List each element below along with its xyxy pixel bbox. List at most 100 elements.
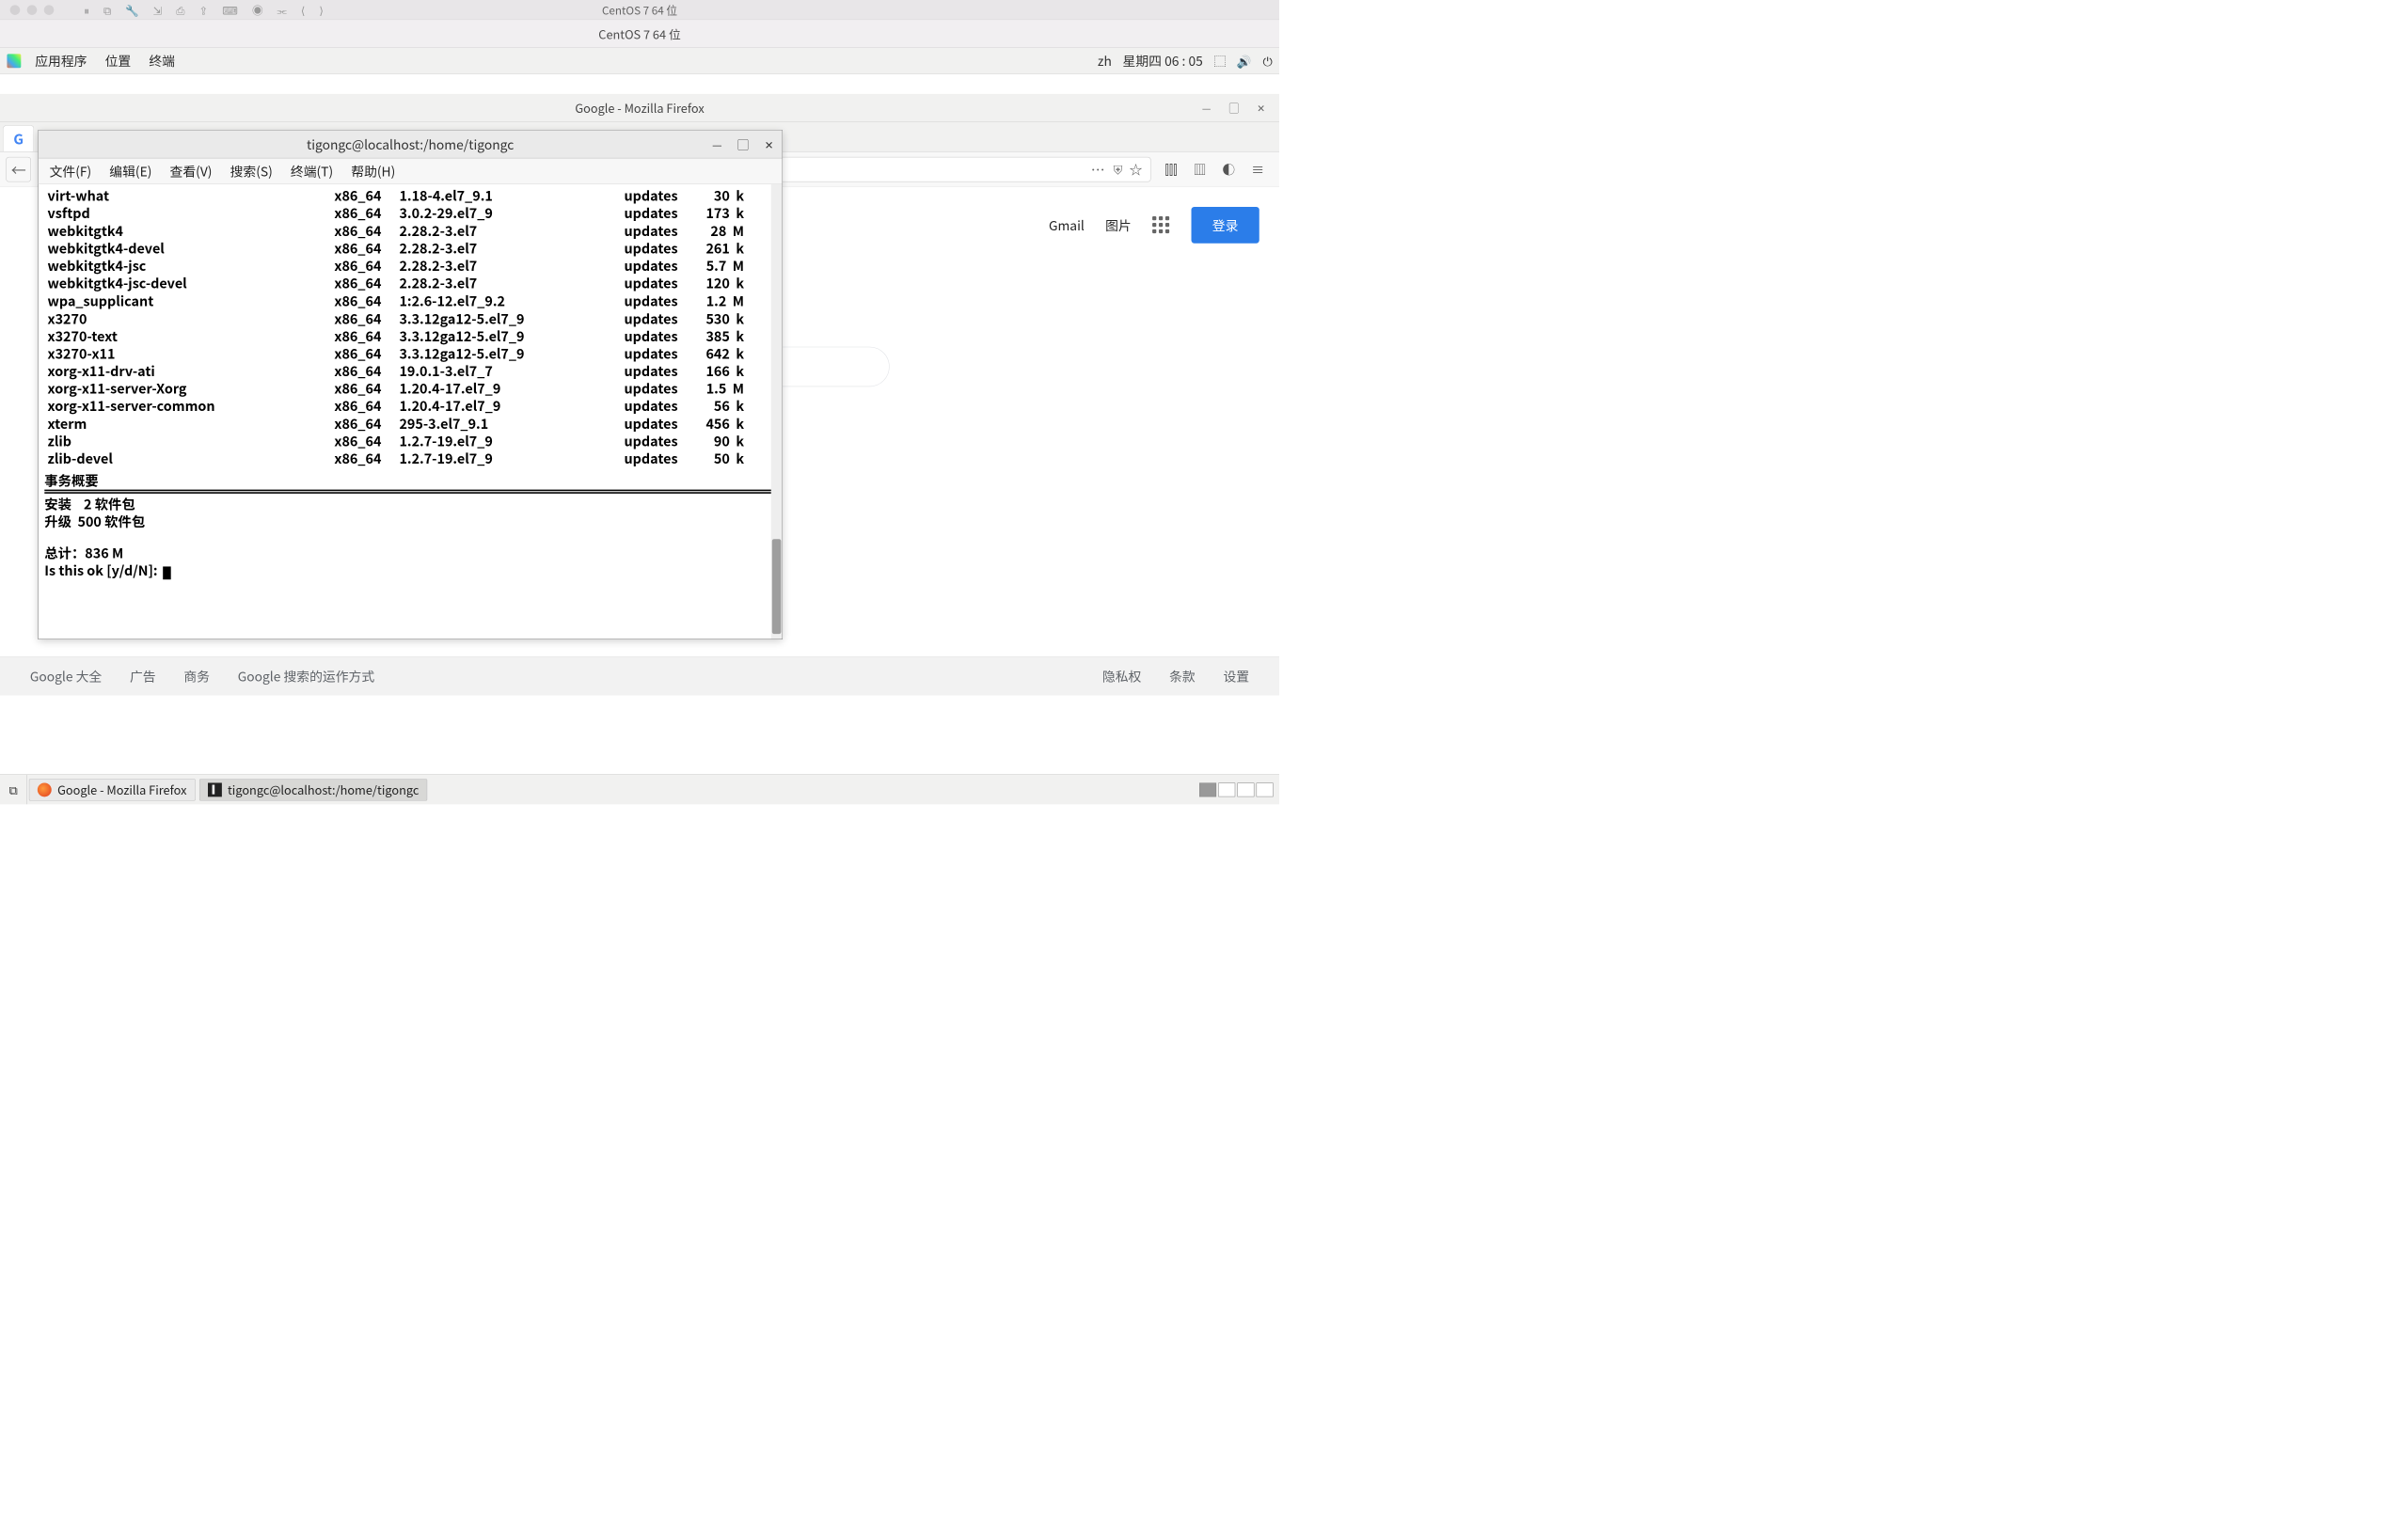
close-button[interactable]: ✕ [1257,94,1265,122]
footer-terms[interactable]: 条款 [1169,667,1196,686]
menu-terminal[interactable]: 终端(T) [281,162,341,181]
zoom-dot[interactable] [44,5,55,15]
taskbar-firefox-label: Google - Mozilla Firefox [57,781,186,798]
package-row: webkitgtk4x86_642.28.2-3.el7updates 28 M [44,221,776,239]
pause-icon[interactable]: ⏸ [84,2,89,18]
menu-view[interactable]: 查看(V) [161,162,221,181]
images-link[interactable]: 图片 [1105,216,1132,235]
package-row: wpa_supplicantx86_641:2.6-12.el7_9.2upda… [44,292,776,309]
menu-terminal[interactable]: 终端 [140,52,184,71]
wrench-icon[interactable]: 🔧 [125,2,139,18]
terminal-icon: ▌ [208,782,222,796]
footer-privacy[interactable]: 隐私权 [1102,667,1141,686]
footer-ads[interactable]: 广告 [130,667,156,686]
close-dot[interactable] [10,5,21,15]
disk-icon[interactable]: ⎙ [176,2,184,18]
activities-icon[interactable] [7,54,21,68]
maximize-button[interactable]: ▢ [1228,94,1239,122]
sidebar-icon[interactable]: ▥ [1194,160,1207,179]
term-close-button[interactable]: ✕ [756,131,783,159]
package-row: zlib-develx86_641.2.7-19.el7_9updates 50… [44,449,776,467]
minimize-dot[interactable] [27,5,38,15]
firefox-title-text: Google - Mozilla Firefox [575,99,704,117]
account-icon[interactable]: ◐ [1222,160,1235,179]
fwd-icon[interactable]: ⟩ [319,2,324,18]
terminal-output[interactable]: virt-whatx86_641.18-4.el7_9.1updates 30 … [39,184,783,637]
volume-icon[interactable]: 🔊 [1237,52,1252,70]
camera-icon[interactable]: ◉ [252,2,263,18]
page-actions-icon[interactable]: ⋯ [1091,159,1106,179]
google-apps-icon[interactable] [1152,216,1170,234]
terminal-menubar[interactable]: 文件(F) 编辑(E) 查看(V) 搜索(S) 终端(T) 帮助(H) [39,158,783,184]
menu-applications[interactable]: 应用程序 [26,52,96,71]
menu-file[interactable]: 文件(F) [40,162,101,181]
package-row: virt-whatx86_641.18-4.el7_9.1updates 30 … [44,186,776,204]
taskbar-firefox[interactable]: Google - Mozilla Firefox [29,779,196,800]
tab-google[interactable]: G [3,125,34,151]
bookmark-star-icon[interactable]: ☆ [1130,160,1143,179]
back-icon[interactable]: ⟨ [301,2,306,18]
vm-infobar: CentOS 7 64 位 [0,20,1279,48]
input-lang[interactable]: zh [1098,52,1112,71]
package-row: x3270x86_643.3.12ga12-5.el7_9updates530 … [44,309,776,327]
prompt-line[interactable]: Is this ok [y/d/N]: [44,561,776,580]
package-row: x3270-x11x86_643.3.12ga12-5.el7_9updates… [44,344,776,362]
package-row: webkitgtk4-jsc-develx86_642.28.2-3.el7up… [44,274,776,292]
install-line: 安装 2 软件包 [44,495,776,513]
gnome-panel: 应用程序 位置 终端 zh 星期四 06 : 05 ⬚ 🔊 ⏻ [0,48,1279,74]
package-row: zlibx86_641.2.7-19.el7_9updates 90 k [44,432,776,449]
network-icon[interactable]: ⬚ [1213,52,1226,70]
menu-help[interactable]: 帮助(H) [342,162,404,181]
show-desktop-button[interactable]: ⧉ [0,775,27,804]
vm-title: CentOS 7 64 位 [602,2,677,18]
terminal-title-text: tigongc@localhost:/home/tigongc [307,134,514,153]
upgrade-line: 升级 500 软件包 [44,512,776,529]
package-row: xorg-x11-server-commonx86_641.20.4-17.el… [44,397,776,415]
package-row: xtermx86_64295-3.el7_9.1updates456 k [44,415,776,433]
term-maximize-button[interactable]: ▢ [730,131,756,159]
gmail-link[interactable]: Gmail [1049,216,1085,235]
package-row: x3270-textx86_643.3.12ga12-5.el7_9update… [44,326,776,344]
snapshot-icon[interactable]: ⧉ [103,2,111,18]
menu-search[interactable]: 搜索(S) [221,162,281,181]
google-favicon: G [13,129,24,149]
term-minimize-button[interactable]: — [705,131,731,159]
package-row: xorg-x11-drv-atix86_6419.0.1-3.el7_7upda… [44,362,776,380]
footer-settings[interactable]: 设置 [1223,667,1249,686]
summary-title: 事务概要 [44,471,776,489]
clock[interactable]: 星期四 06 : 05 [1123,52,1203,71]
menu-places[interactable]: 位置 [96,52,140,71]
package-row: vsftpdx86_643.0.2-29.el7_9updates173 k [44,204,776,222]
footer-how[interactable]: Google 搜索的运作方式 [238,667,374,686]
power-icon[interactable]: ⏻ [1262,52,1272,70]
library-icon[interactable]: ⫿⫿⫿ [1164,160,1177,179]
nav-back-button[interactable]: ← [6,157,31,182]
workspace-switcher[interactable] [1194,782,1279,796]
install-icon[interactable]: ⇪ [199,2,209,18]
cursor [163,566,171,579]
package-row: webkitgtk4-jscx86_642.28.2-3.el7updates5… [44,257,776,275]
login-button[interactable]: 登录 [1191,207,1259,244]
usb-icon[interactable]: ⫘ [277,2,288,18]
package-row: webkitgtk4-develx86_642.28.2-3.el7update… [44,239,776,257]
resize-icon[interactable]: ⇲ [153,2,163,18]
scrollbar-thumb[interactable] [772,539,782,634]
terminal-window: tigongc@localhost:/home/tigongc — ▢ ✕ 文件… [38,130,783,639]
pocket-icon[interactable]: ⛨ [1114,161,1123,179]
taskbar-terminal[interactable]: ▌ tigongc@localhost:/home/tigongc [199,779,428,800]
footer-about[interactable]: Google 大全 [30,667,102,686]
footer-business[interactable]: 商务 [183,667,210,686]
vm-host-titlebar: ⏸ ⧉ 🔧 ⇲ ⎙ ⇪ ⌨ ◉ ⫘ ⟨ ⟩ CentOS 7 64 位 [0,0,1279,20]
terminal-scrollbar[interactable] [771,184,783,639]
keyboard-icon[interactable]: ⌨ [222,2,238,18]
firefox-titlebar: Google - Mozilla Firefox — ▢ ✕ [0,94,1279,122]
menu-edit[interactable]: 编辑(E) [101,162,161,181]
taskbar-terminal-label: tigongc@localhost:/home/tigongc [228,781,419,798]
package-row: xorg-x11-server-Xorgx86_641.20.4-17.el7_… [44,379,776,397]
total-line: 总计：836 M [44,544,776,561]
vm-window-controls[interactable] [10,5,55,15]
vm-toolbar-icons: ⏸ ⧉ 🔧 ⇲ ⎙ ⇪ ⌨ ◉ ⫘ ⟨ ⟩ [84,2,324,18]
terminal-titlebar: tigongc@localhost:/home/tigongc — ▢ ✕ [39,131,783,159]
minimize-button[interactable]: — [1202,94,1212,122]
menu-icon[interactable]: ≡ [1251,160,1264,179]
